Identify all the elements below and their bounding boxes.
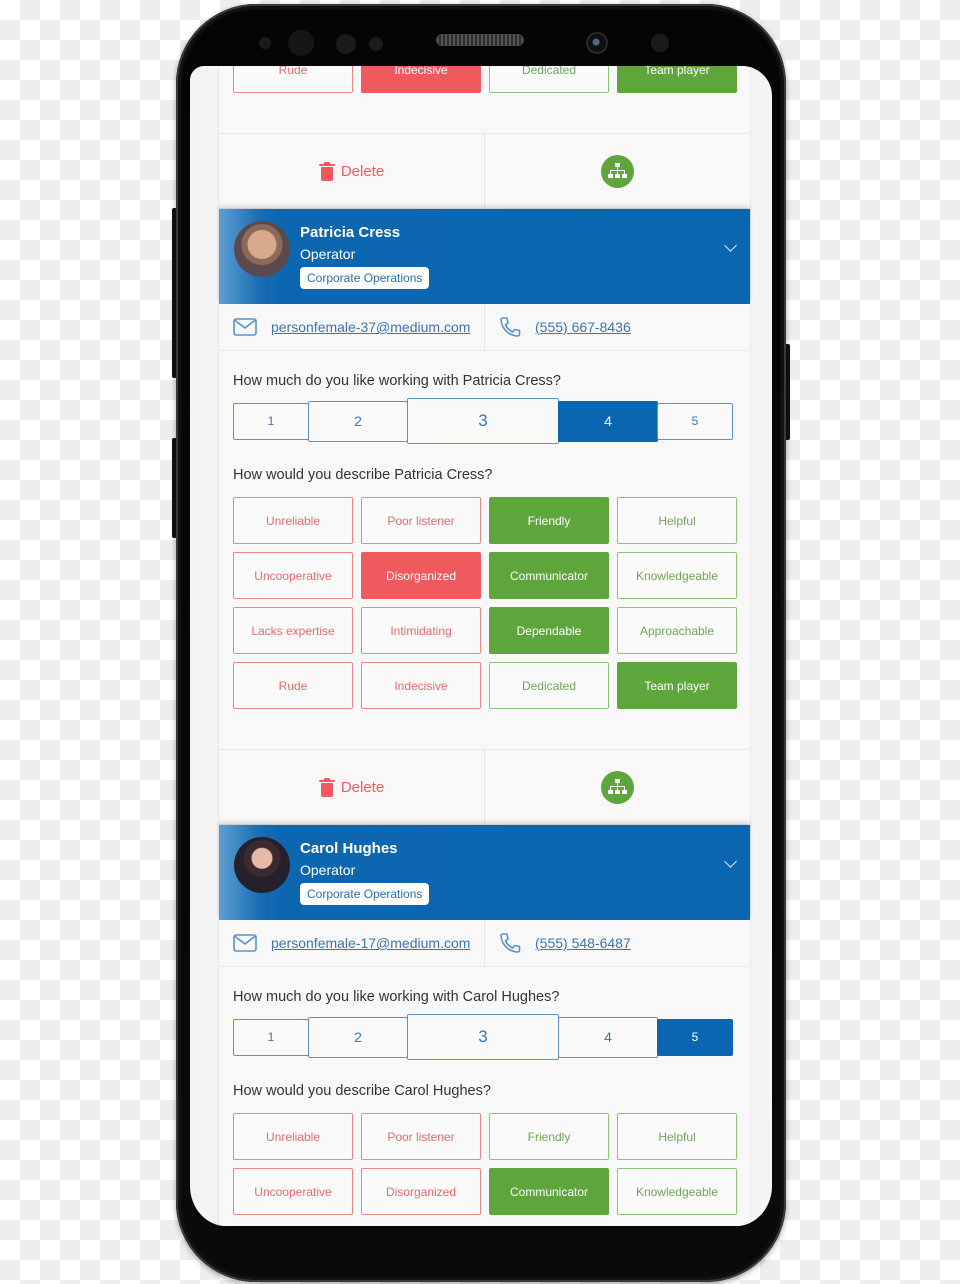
phone-icon bbox=[500, 317, 521, 337]
contact-row: personfemale-37@medium.com (555) 667-843… bbox=[219, 304, 750, 351]
delete-button[interactable]: Delete bbox=[219, 134, 484, 208]
rating-option-4[interactable]: 4 bbox=[558, 1016, 658, 1058]
phone-icon bbox=[500, 933, 521, 953]
describe-question: How would you describe Carol Hughes? bbox=[233, 1083, 491, 1099]
sitemap-icon bbox=[601, 770, 634, 804]
person-role: Operator bbox=[300, 862, 356, 878]
tag-communicator[interactable]: Communicator bbox=[489, 1168, 609, 1215]
tag-poor-listener[interactable]: Poor listener bbox=[361, 497, 481, 544]
describe-question: How would you describe Patricia Cress? bbox=[233, 467, 493, 483]
app-screen: Rude Indecisive Dedicated Team player Delet… bbox=[190, 66, 772, 1226]
tag-dedicated[interactable]: Dedicated bbox=[489, 662, 609, 709]
rating-option-3[interactable]: 3 bbox=[407, 1014, 559, 1060]
tag-approachable[interactable]: Approachable bbox=[617, 607, 737, 654]
person-header[interactable]: Carol Hughes Operator Corporate Operatio… bbox=[219, 825, 750, 920]
tag-indecisive[interactable]: Indecisive bbox=[361, 662, 481, 709]
rating-question: How much do you like working with Patric… bbox=[233, 373, 561, 389]
phone-link[interactable]: (555) 548-6487 bbox=[535, 935, 631, 951]
tag-lacks-expertise[interactable]: Lacks expertise bbox=[233, 607, 353, 654]
describe-tags-grid: Unreliable Poor listener Friendly Helpful Un… bbox=[219, 1113, 750, 1215]
contact-row: personfemale-17@medium.com (555) 548-648… bbox=[219, 920, 750, 967]
department-badge: Corporate Operations bbox=[300, 883, 430, 905]
rating-scale: 12345 bbox=[219, 1013, 750, 1061]
rating-option-2[interactable]: 2 bbox=[308, 400, 408, 442]
tag-unreliable[interactable]: Unreliable bbox=[233, 497, 353, 544]
tag-indecisive[interactable]: Indecisive bbox=[361, 66, 481, 93]
avatar bbox=[234, 837, 290, 893]
rating-option-1[interactable]: 1 bbox=[233, 402, 309, 440]
tag-poor-listener[interactable]: Poor listener bbox=[361, 1113, 481, 1160]
delete-label: Delete bbox=[340, 162, 385, 180]
tag-dedicated[interactable]: Dedicated bbox=[489, 66, 609, 93]
describe-tags-grid: Rude Indecisive Dedicated Team player bbox=[219, 66, 750, 93]
describe-tags-grid: Unreliable Poor listener Friendly Helpful Un… bbox=[219, 497, 750, 709]
card-actions: Delete bbox=[219, 749, 750, 825]
tag-friendly[interactable]: Friendly bbox=[489, 1113, 609, 1160]
tag-friendly[interactable]: Friendly bbox=[489, 497, 609, 544]
previous-person-card: Rude Indecisive Dedicated Team player Delet… bbox=[218, 66, 751, 209]
email-link[interactable]: personfemale-37@medium.com bbox=[271, 319, 470, 335]
delete-button[interactable]: Delete bbox=[219, 750, 484, 824]
tag-rude[interactable]: Rude bbox=[233, 662, 353, 709]
chevron-down-icon[interactable] bbox=[724, 241, 736, 253]
trash-icon bbox=[318, 777, 335, 797]
rating-option-2[interactable]: 2 bbox=[308, 1016, 408, 1058]
tag-intimidating[interactable]: Intimidating bbox=[361, 607, 481, 654]
card-actions: Delete bbox=[219, 133, 750, 209]
tag-team-player[interactable]: Team player bbox=[617, 662, 737, 709]
tag-unreliable[interactable]: Unreliable bbox=[233, 1113, 353, 1160]
tag-helpful[interactable]: Helpful bbox=[617, 497, 737, 544]
person-header[interactable]: Patricia Cress Operator Corporate Operat… bbox=[219, 209, 750, 304]
tag-knowledgeable[interactable]: Knowledgeable bbox=[617, 1168, 737, 1215]
tag-helpful[interactable]: Helpful bbox=[617, 1113, 737, 1160]
rating-option-5[interactable]: 5 bbox=[657, 1018, 733, 1056]
phone-link[interactable]: (555) 667-8436 bbox=[535, 319, 631, 335]
org-chart-button[interactable] bbox=[484, 134, 750, 208]
sitemap-icon bbox=[601, 154, 634, 188]
rating-question: How much do you like working with Carol … bbox=[233, 989, 560, 1005]
tag-team-player[interactable]: Team player bbox=[617, 66, 737, 93]
rating-option-5[interactable]: 5 bbox=[657, 402, 733, 440]
envelope-icon bbox=[233, 318, 257, 336]
person-role: Operator bbox=[300, 246, 356, 262]
person-name: Carol Hughes bbox=[300, 840, 398, 857]
tag-communicator[interactable]: Communicator bbox=[489, 552, 609, 599]
person-card: Patricia Cress Operator Corporate Operat… bbox=[218, 209, 751, 825]
rating-option-1[interactable]: 1 bbox=[233, 1018, 309, 1056]
person-card: Carol Hughes Operator Corporate Operatio… bbox=[218, 825, 751, 1226]
rating-option-4[interactable]: 4 bbox=[558, 400, 658, 442]
envelope-icon bbox=[233, 934, 257, 952]
org-chart-button[interactable] bbox=[484, 750, 750, 824]
tag-rude[interactable]: Rude bbox=[233, 66, 353, 93]
rating-scale: 12345 bbox=[219, 397, 750, 445]
avatar bbox=[234, 221, 290, 277]
delete-label: Delete bbox=[340, 778, 385, 796]
trash-icon bbox=[318, 161, 335, 181]
tag-uncooperative[interactable]: Uncooperative bbox=[233, 552, 353, 599]
tag-uncooperative[interactable]: Uncooperative bbox=[233, 1168, 353, 1215]
chevron-down-icon[interactable] bbox=[724, 857, 736, 869]
tag-disorganized[interactable]: Disorganized bbox=[361, 1168, 481, 1215]
person-name: Patricia Cress bbox=[300, 224, 401, 241]
tag-dependable[interactable]: Dependable bbox=[489, 607, 609, 654]
rating-option-3[interactable]: 3 bbox=[407, 398, 559, 444]
department-badge: Corporate Operations bbox=[300, 267, 430, 289]
email-link[interactable]: personfemale-17@medium.com bbox=[271, 935, 470, 951]
tag-disorganized[interactable]: Disorganized bbox=[361, 552, 481, 599]
tag-knowledgeable[interactable]: Knowledgeable bbox=[617, 552, 737, 599]
